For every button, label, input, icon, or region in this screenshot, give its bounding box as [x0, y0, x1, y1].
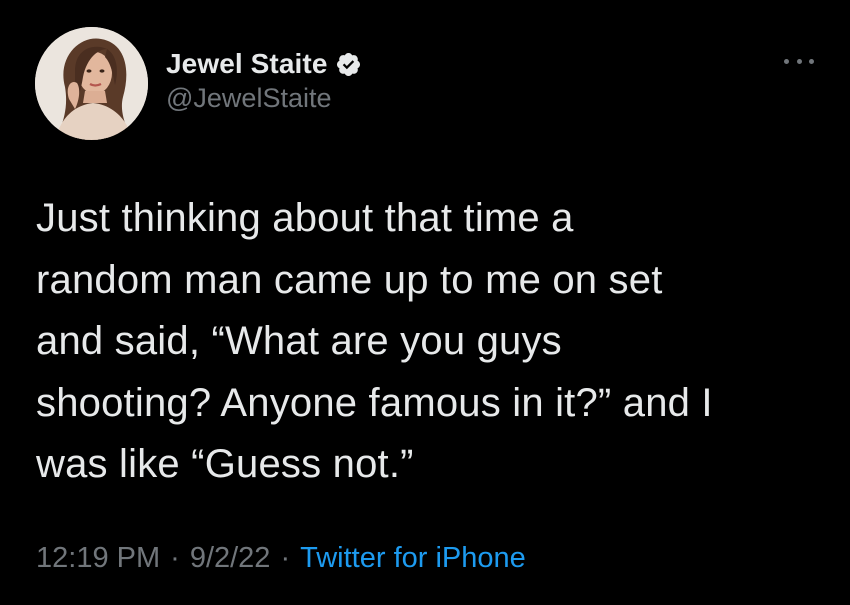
- tweet-meta: 12:19 PM · 9/2/22 · Twitter for iPhone: [36, 542, 526, 575]
- tweet-time[interactable]: 12:19 PM: [36, 542, 160, 575]
- dot-icon: [796, 58, 802, 64]
- profile-photo-icon: [35, 27, 148, 140]
- name-row: Jewel Staite: [166, 46, 362, 82]
- user-handle[interactable]: @JewelStaite: [166, 83, 362, 114]
- source-link[interactable]: Twitter for iPhone: [300, 542, 526, 575]
- tweet-card: Jewel Staite @JewelStaite Just thinking …: [0, 0, 850, 605]
- tweet-date[interactable]: 9/2/22: [190, 542, 271, 575]
- avatar[interactable]: [35, 27, 148, 140]
- display-name[interactable]: Jewel Staite: [166, 48, 328, 80]
- verified-badge-icon: [335, 51, 362, 78]
- dot-icon: [784, 58, 789, 64]
- tweet-text: Just thinking about that time a random m…: [36, 196, 713, 486]
- meta-separator: ·: [170, 542, 180, 574]
- more-horizontal-icon[interactable]: [784, 55, 814, 67]
- dot-icon: [809, 58, 814, 64]
- tweet-header: Jewel Staite @JewelStaite: [166, 46, 362, 114]
- meta-separator: ·: [280, 542, 291, 574]
